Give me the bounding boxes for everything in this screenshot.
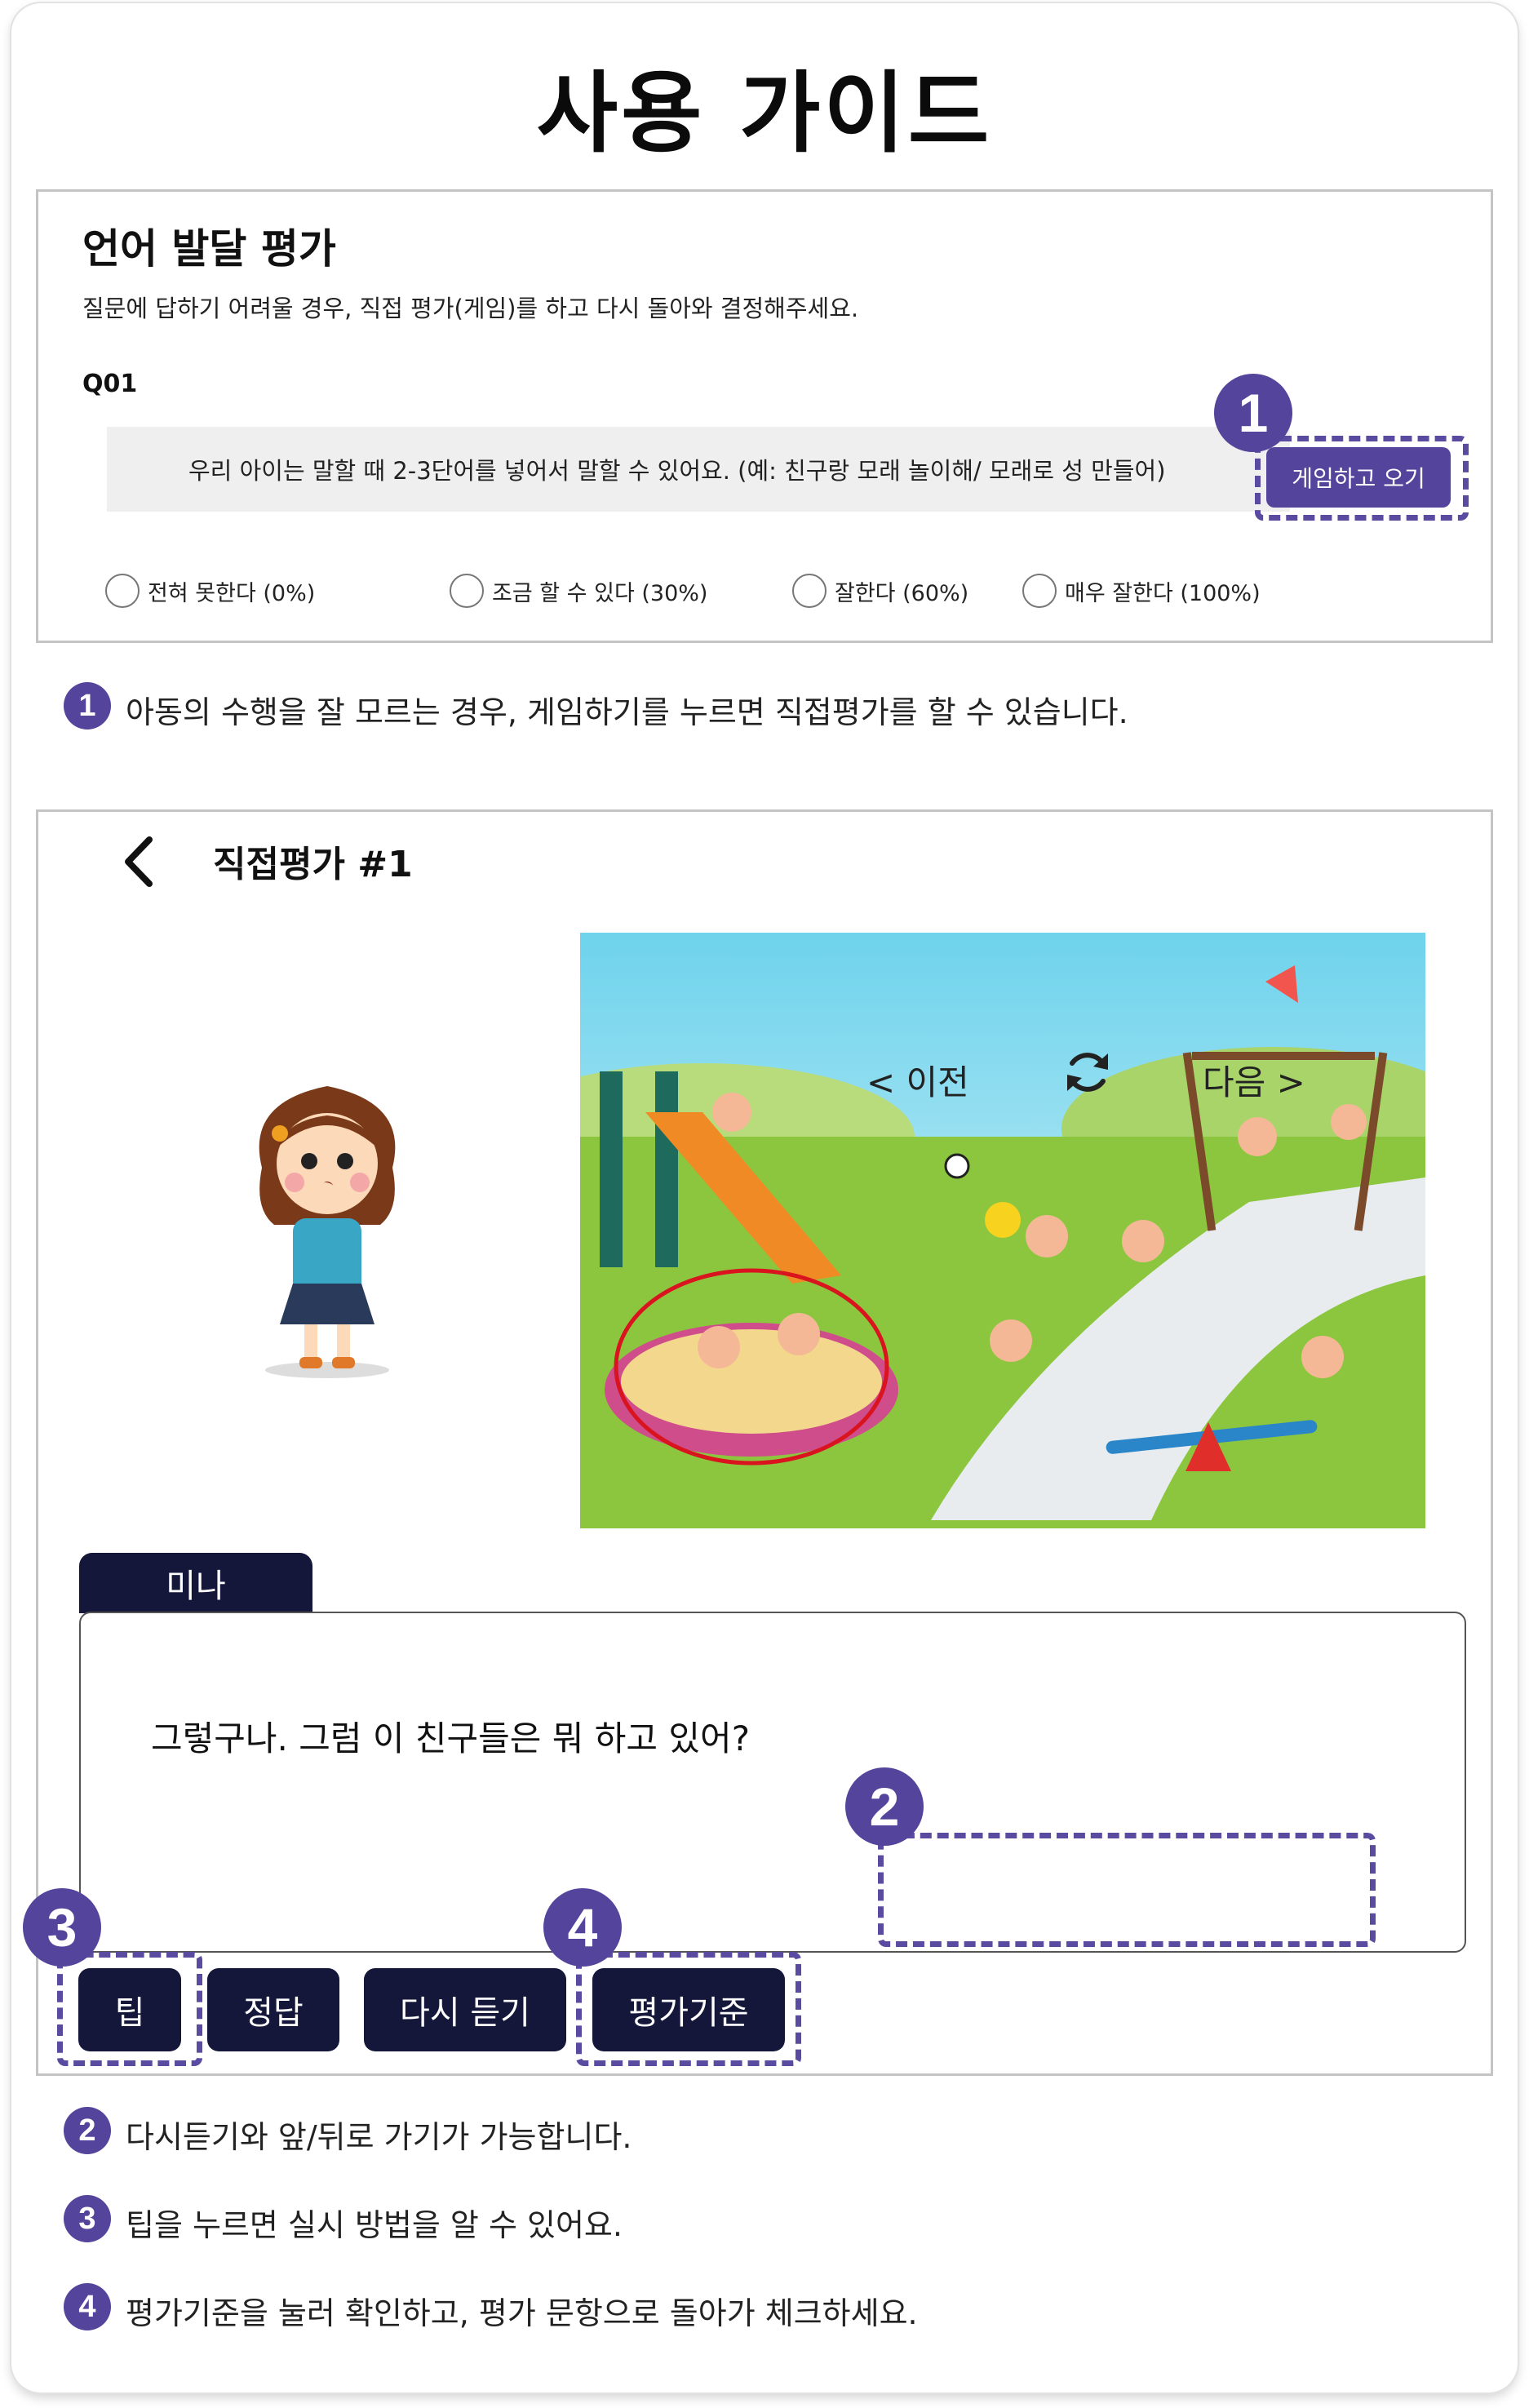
radio-icon[interactable] [1022, 574, 1057, 608]
option-label: 조금 할 수 있다 (30%) [492, 580, 708, 606]
playground-image [490, 933, 1486, 1528]
radio-icon[interactable] [450, 574, 484, 608]
question-box: 우리 아이는 말할 때 2-3단어를 넣어서 말할 수 있어요. (예: 친구랑… [107, 427, 1290, 512]
note-3: 팁을 누르면 실시 방법을 알 수 있어요. [126, 2207, 623, 2243]
character-illustration [237, 1070, 417, 1383]
page-title: 사용 가이드 [536, 63, 993, 165]
game-button[interactable]: 게임하고 오기 [1266, 447, 1451, 508]
callout-badge-2: 2 [845, 1767, 924, 1846]
next-button[interactable]: 다음 > [1203, 1055, 1305, 1105]
option-label: 매우 잘한다 (100%) [1065, 580, 1261, 606]
option-label: 잘한다 (60%) [835, 580, 969, 606]
note-badge-3: 3 [64, 2195, 111, 2242]
option-100[interactable]: 매우 잘한다 (100%) [1022, 574, 1261, 608]
note-1: 아동의 수행을 잘 모르는 경우, 게임하기를 누르면 직접평가를 할 수 있습… [126, 694, 1128, 730]
note-badge-2: 2 [64, 2107, 111, 2154]
refresh-icon[interactable] [1061, 1045, 1115, 1102]
option-60[interactable]: 잘한다 (60%) [792, 574, 968, 608]
section-subtitle: 질문에 답하기 어려울 경우, 직접 평가(게임)를 하고 다시 돌아와 결정해… [82, 295, 859, 322]
dialog-text: 그렇구나. 그럼 이 친구들은 뭐 하고 있어? [151, 1718, 750, 1758]
note-2: 다시듣기와 앞/뒤로 가기가 가능합니다. [126, 2119, 632, 2155]
tip-button[interactable]: 팁 [78, 1968, 181, 2051]
callout-badge-3: 3 [23, 1888, 101, 1967]
section-title: 언어 발달 평가 [82, 225, 336, 273]
note-badge-1: 1 [64, 682, 111, 729]
back-arrow-icon[interactable] [120, 835, 157, 892]
replay-button[interactable]: 다시 듣기 [364, 1968, 566, 2051]
question-number: Q01 [82, 370, 138, 398]
radio-icon[interactable] [105, 574, 140, 608]
note-badge-4: 4 [64, 2283, 111, 2330]
radio-icon[interactable] [792, 574, 827, 608]
speaker-name-tab: 미나 [79, 1553, 312, 1613]
direct-assessment-title: 직접평가 #1 [213, 844, 413, 885]
answer-button[interactable]: 정답 [207, 1968, 339, 2051]
option-30[interactable]: 조금 할 수 있다 (30%) [450, 574, 707, 608]
option-0[interactable]: 전혀 못한다 (0%) [105, 574, 315, 608]
option-label: 전혀 못한다 (0%) [148, 580, 316, 606]
prev-button[interactable]: < 이전 [866, 1055, 969, 1105]
note-4: 평가기준을 눌러 확인하고, 평가 문항으로 돌아가 체크하세요. [126, 2295, 918, 2331]
criteria-button[interactable]: 평가기준 [592, 1968, 785, 2051]
question-text: 우리 아이는 말할 때 2-3단어를 넣어서 말할 수 있어요. (예: 친구랑… [188, 457, 1166, 485]
highlight-navigation [878, 1833, 1376, 1947]
callout-badge-4: 4 [543, 1888, 622, 1967]
callout-badge-1: 1 [1214, 374, 1292, 452]
